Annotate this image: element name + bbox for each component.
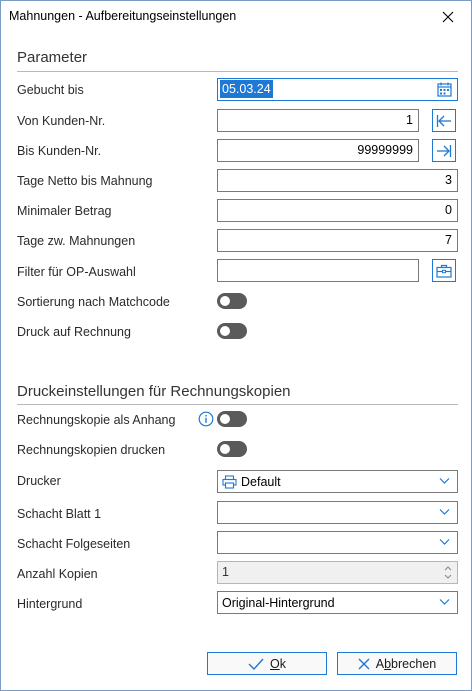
checkmark-icon xyxy=(248,658,264,670)
chevron-down-icon xyxy=(439,478,450,484)
abbrechen-button-label: Abbrechen xyxy=(375,656,437,671)
rechnungskopie-anhang-toggle[interactable] xyxy=(217,411,247,427)
printer-icon xyxy=(222,474,237,489)
dialog-window: Mahnungen - Aufbereitungseinstellungen P… xyxy=(0,0,472,691)
von-kunden-nr-input[interactable]: 1 xyxy=(217,109,419,132)
anzahl-kopien-value: 1 xyxy=(222,565,229,579)
rechnungskopien-drucken-toggle[interactable] xyxy=(217,441,247,457)
label-drucker: Drucker xyxy=(17,474,61,488)
label-gebucht-bis: Gebucht bis xyxy=(17,83,84,97)
label-bis-kunden-nr: Bis Kunden-Nr. xyxy=(17,144,102,158)
close-icon xyxy=(442,11,454,22)
drucker-select[interactable]: Default xyxy=(217,470,458,493)
chevron-down-icon xyxy=(439,539,450,545)
bis-kunden-nr-input[interactable]: 99999999 xyxy=(217,139,419,162)
label-tage-zw-mahnungen: Tage zw. Mahnungen xyxy=(17,234,136,248)
tage-zw-mahnungen-input[interactable]: 7 xyxy=(217,229,458,252)
close-button[interactable] xyxy=(425,1,471,32)
section-divider xyxy=(17,71,458,72)
filter-select-button[interactable] xyxy=(432,259,456,282)
schacht-folgeseiten-select[interactable] xyxy=(217,531,458,554)
tage-netto-input[interactable]: 3 xyxy=(217,169,458,192)
chevron-down-icon xyxy=(439,509,450,515)
label-minimaler-betrag: Minimaler Betrag xyxy=(17,204,112,218)
label-filter-op: Filter für OP-Auswahl xyxy=(17,265,136,279)
label-tage-netto: Tage Netto bis Mahnung xyxy=(17,174,153,188)
briefcase-icon xyxy=(436,264,452,278)
arrow-to-end-icon xyxy=(437,144,452,157)
minimaler-betrag-input[interactable]: 0 xyxy=(217,199,458,222)
window-title: Mahnungen - Aufbereitungseinstellungen xyxy=(9,9,237,23)
label-schacht-blatt-1: Schacht Blatt 1 xyxy=(17,507,102,521)
filter-op-input[interactable] xyxy=(217,259,419,282)
label-von-kunden-nr: Von Kunden-Nr. xyxy=(17,114,106,128)
arrow-to-start-icon xyxy=(436,114,451,127)
info-icon[interactable] xyxy=(198,411,214,427)
hintergrund-value: Original-Hintergrund xyxy=(222,595,335,610)
label-schacht-folgeseiten: Schacht Folgeseiten xyxy=(17,537,131,551)
spin-arrows-icon[interactable] xyxy=(443,564,453,581)
section-divider xyxy=(17,404,458,405)
label-sortierung-matchcode: Sortierung nach Matchcode xyxy=(17,295,170,309)
last-customer-button[interactable] xyxy=(432,139,456,162)
label-rechnungskopien-drucken: Rechnungskopien drucken xyxy=(17,443,166,457)
chevron-down-icon xyxy=(439,599,450,605)
ok-button-label: Ok xyxy=(270,656,286,671)
label-druck-auf-rechnung: Druck auf Rechnung xyxy=(17,325,131,339)
label-anzahl-kopien: Anzahl Kopien xyxy=(17,567,98,581)
title-bar: Mahnungen - Aufbereitungseinstellungen xyxy=(1,1,471,32)
section-title-parameter: Parameter xyxy=(17,49,88,66)
cross-icon xyxy=(358,658,370,669)
anzahl-kopien-spinner[interactable]: 1 xyxy=(217,561,458,584)
sortierung-matchcode-toggle[interactable] xyxy=(217,293,247,309)
gebucht-bis-value: 05.03.24 xyxy=(220,80,273,98)
schacht-blatt-1-select[interactable] xyxy=(217,501,458,524)
ok-button[interactable]: Ok xyxy=(207,652,327,675)
druck-auf-rechnung-toggle[interactable] xyxy=(217,323,247,339)
gebucht-bis-date-field[interactable]: 05.03.24 xyxy=(217,78,458,101)
label-hintergrund: Hintergrund xyxy=(17,597,83,611)
calendar-icon[interactable] xyxy=(437,82,452,97)
label-rechnungskopie-anhang: Rechnungskopie als Anhang xyxy=(17,413,176,427)
abbrechen-button[interactable]: Abbrechen xyxy=(337,652,457,675)
first-customer-button[interactable] xyxy=(432,109,456,132)
hintergrund-select[interactable]: Original-Hintergrund xyxy=(217,591,458,614)
section-title-druckeinstellungen: Druckeinstellungen für Rechnungskopien xyxy=(17,383,291,400)
drucker-value: Default xyxy=(241,474,281,489)
